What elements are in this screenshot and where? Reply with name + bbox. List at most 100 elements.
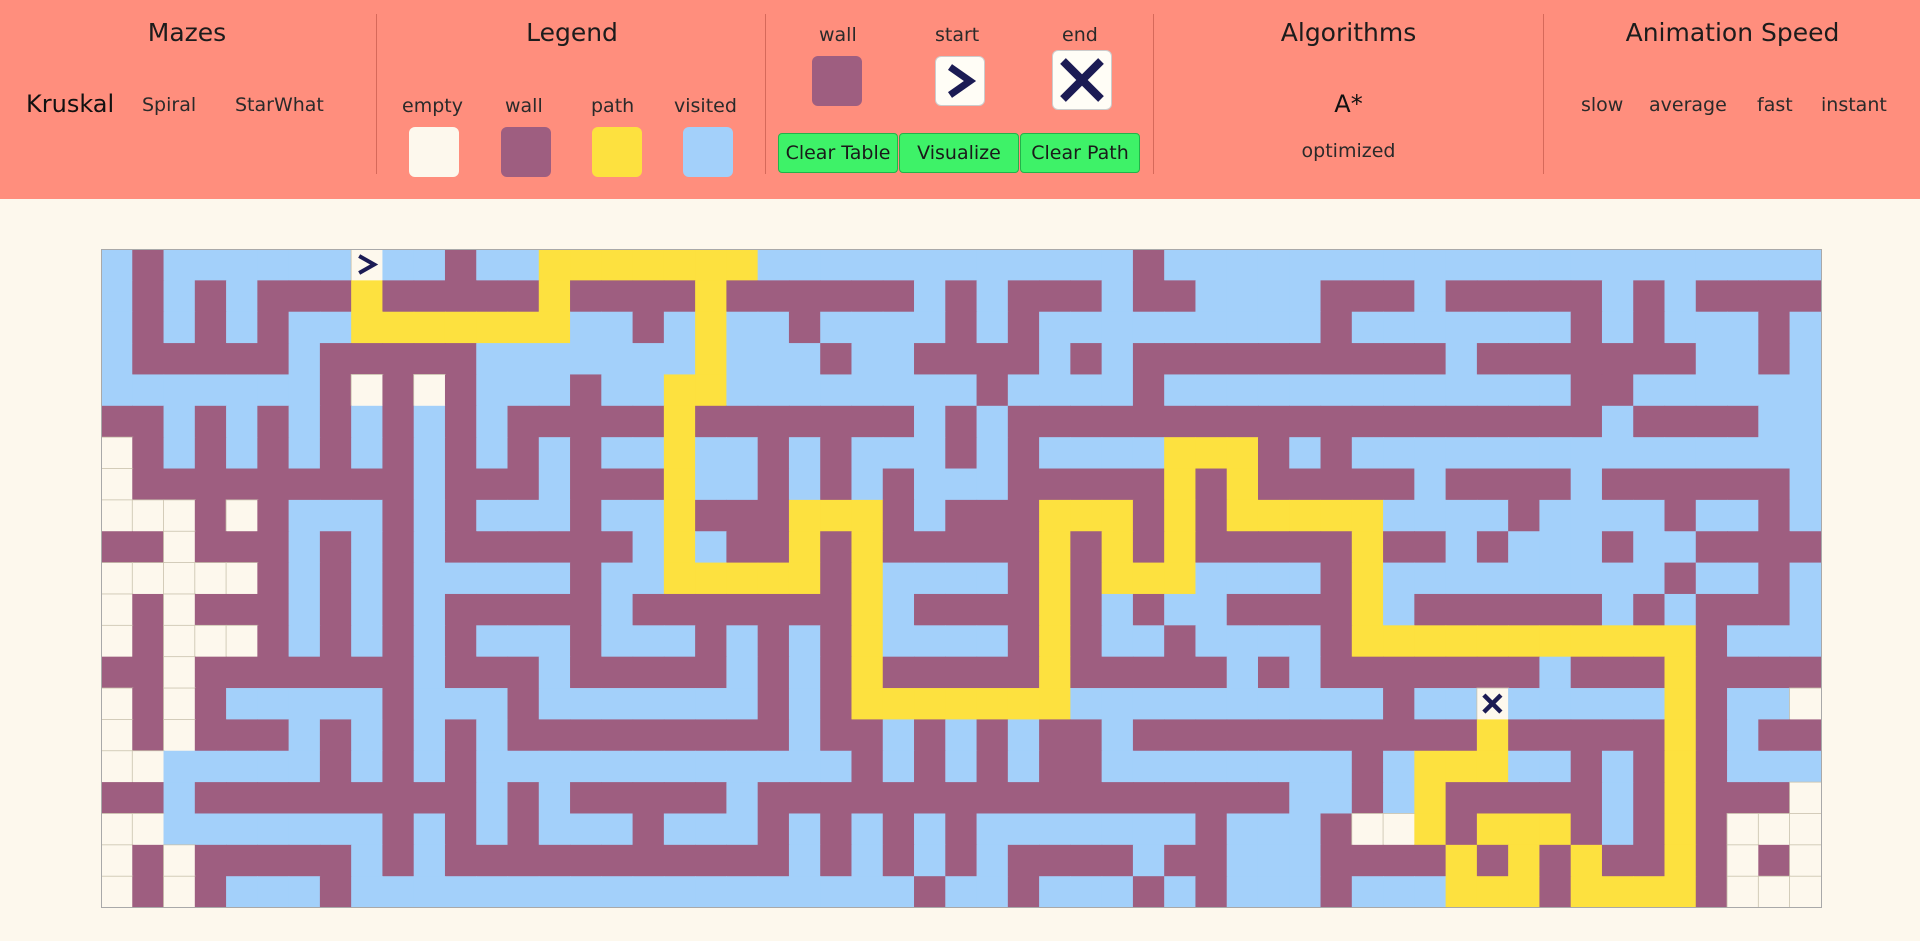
grid-cell-wall[interactable] — [1695, 468, 1728, 501]
grid-cell-wall[interactable] — [1039, 280, 1071, 313]
grid-cell-wall[interactable] — [1164, 343, 1197, 376]
grid-cell-visited[interactable] — [976, 876, 1009, 908]
grid-cell-wall[interactable] — [319, 656, 352, 689]
grid-cell-wall[interactable] — [194, 405, 227, 438]
grid-cell-wall[interactable] — [132, 531, 165, 564]
grid-cell-wall[interactable] — [976, 343, 1009, 376]
grid-cell-visited[interactable] — [1539, 656, 1572, 689]
grid-cell-visited[interactable] — [1508, 562, 1541, 595]
grid-cell-visited[interactable] — [976, 468, 1009, 501]
grid-cell-visited[interactable] — [1539, 499, 1572, 532]
grid-cell-visited[interactable] — [1695, 311, 1728, 344]
grid-cell-wall[interactable] — [1695, 531, 1728, 564]
grid-cell-visited[interactable] — [1289, 813, 1322, 846]
grid-cell-wall[interactable] — [319, 374, 352, 407]
grid-cell-path[interactable] — [1539, 813, 1572, 846]
grid-cell-visited[interactable] — [601, 343, 634, 376]
grid-cell-visited[interactable] — [1383, 593, 1415, 626]
grid-cell-wall[interactable] — [945, 437, 978, 470]
grid-cell-path[interactable] — [1570, 876, 1603, 908]
grid-cell-visited[interactable] — [1289, 688, 1322, 720]
grid-cell-wall[interactable] — [1539, 593, 1572, 626]
grid-cell-visited[interactable] — [820, 876, 853, 908]
grid-cell-wall[interactable] — [820, 782, 853, 815]
grid-cell-wall[interactable] — [226, 656, 258, 689]
grid-cell-wall[interactable] — [319, 782, 352, 815]
grid-cell-wall[interactable] — [132, 280, 165, 313]
grid-cell-wall[interactable] — [132, 625, 165, 658]
grid-cell-path[interactable] — [1414, 782, 1447, 815]
grid-cell-visited[interactable] — [1539, 531, 1572, 564]
grid-cell-empty[interactable] — [163, 656, 196, 690]
grid-cell-wall[interactable] — [382, 782, 415, 815]
grid-cell-path[interactable] — [1039, 656, 1071, 689]
grid-cell-visited[interactable] — [351, 688, 384, 720]
grid-cell-visited[interactable] — [882, 343, 915, 376]
grid-cell-wall[interactable] — [914, 876, 946, 908]
grid-cell-path[interactable] — [1226, 437, 1259, 470]
grid-cell-path[interactable] — [1164, 562, 1197, 595]
grid-cell-wall[interactable] — [1070, 468, 1103, 501]
grid-cell-wall[interactable] — [632, 311, 665, 344]
grid-cell-wall[interactable] — [1414, 719, 1447, 752]
grid-cell-visited[interactable] — [1601, 782, 1634, 815]
grid-cell-visited[interactable] — [976, 813, 1009, 846]
grid-cell-visited[interactable] — [726, 656, 759, 689]
grid-cell-wall[interactable] — [1695, 625, 1728, 658]
grid-cell-visited[interactable] — [476, 374, 509, 407]
grid-cell-wall[interactable] — [1257, 531, 1290, 564]
grid-cell-visited[interactable] — [1508, 311, 1541, 344]
grid-cell-visited[interactable] — [1570, 499, 1603, 532]
grid-cell-visited[interactable] — [1789, 562, 1822, 595]
grid-cell-visited[interactable] — [1414, 437, 1447, 470]
grid-cell-visited[interactable] — [1445, 688, 1478, 720]
grid-cell-visited[interactable] — [976, 562, 1009, 595]
grid-cell-wall[interactable] — [1664, 343, 1697, 376]
grid-cell-visited[interactable] — [1164, 813, 1197, 846]
grid-cell-visited[interactable] — [1383, 876, 1415, 908]
grid-cell-wall[interactable] — [1226, 531, 1259, 564]
grid-cell-wall[interactable] — [1695, 688, 1728, 720]
grid-cell-wall[interactable] — [1539, 876, 1572, 908]
grid-cell-wall[interactable] — [851, 750, 884, 783]
grid-cell-visited[interactable] — [1539, 249, 1572, 281]
grid-cell-path[interactable] — [1164, 531, 1197, 564]
grid-cell-visited[interactable] — [601, 593, 634, 626]
grid-cell-visited[interactable] — [632, 531, 665, 564]
grid-cell-wall[interactable] — [1320, 531, 1353, 564]
grid-cell-visited[interactable] — [1101, 437, 1134, 470]
grid-cell-visited[interactable] — [413, 750, 446, 783]
grid-cell-visited[interactable] — [194, 750, 227, 783]
grid-cell-wall[interactable] — [382, 813, 415, 846]
grid-cell-visited[interactable] — [257, 876, 290, 908]
grid-cell-path[interactable] — [1164, 437, 1197, 470]
grid-cell-visited[interactable] — [1289, 782, 1322, 815]
grid-cell-visited[interactable] — [226, 876, 258, 908]
grid-cell-wall[interactable] — [382, 719, 415, 752]
grid-cell-path[interactable] — [663, 468, 696, 501]
grid-cell-visited[interactable] — [1476, 499, 1509, 532]
grid-cell-visited[interactable] — [757, 311, 790, 344]
grid-cell-wall[interactable] — [132, 437, 165, 470]
grid-cell-wall[interactable] — [1758, 782, 1791, 815]
grid-cell-visited[interactable] — [1789, 311, 1822, 344]
grid-cell-wall[interactable] — [1039, 405, 1071, 438]
grid-cell-visited[interactable] — [726, 374, 759, 407]
grid-cell-wall[interactable] — [226, 531, 258, 564]
grid-cell-visited[interactable] — [413, 625, 446, 658]
grid-cell-visited[interactable] — [538, 468, 571, 501]
grid-cell-path[interactable] — [1351, 531, 1384, 564]
grid-cell-wall[interactable] — [976, 374, 1009, 407]
grid-cell-wall[interactable] — [1633, 656, 1666, 689]
grid-cell-wall[interactable] — [444, 374, 477, 407]
grid-cell-wall[interactable] — [851, 405, 884, 438]
grid-cell-visited[interactable] — [788, 374, 821, 407]
grid-cell-wall[interactable] — [1414, 593, 1447, 626]
grid-cell-visited[interactable] — [1070, 249, 1103, 281]
grid-cell-visited[interactable] — [976, 405, 1009, 438]
grid-cell-wall[interactable] — [757, 593, 790, 626]
grid-cell-visited[interactable] — [1789, 468, 1822, 501]
grid-cell-visited[interactable] — [1601, 280, 1634, 313]
grid-cell-wall[interactable] — [444, 656, 477, 689]
grid-cell-visited[interactable] — [1664, 593, 1697, 626]
